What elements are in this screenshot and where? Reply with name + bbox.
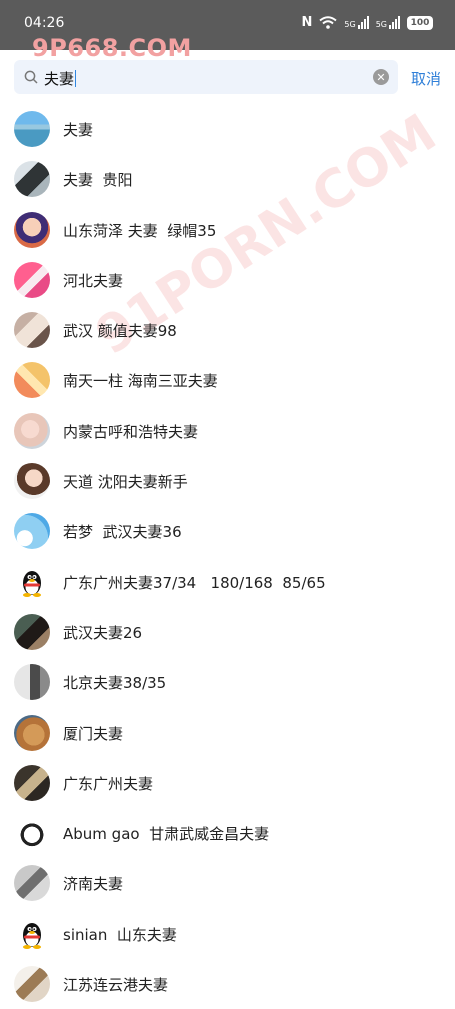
list-item[interactable]: 武汉夫妻26	[0, 607, 455, 657]
search-query: 夫妻	[44, 70, 75, 88]
contact-name: 河北夫妻	[63, 271, 124, 290]
list-item[interactable]: 济南夫妻	[0, 858, 455, 908]
contact-name: 夫妻 贵阳	[63, 171, 133, 190]
contact-name: 武汉 颜值夫妻98	[63, 322, 177, 341]
avatar	[14, 513, 50, 550]
list-item[interactable]: 河北夫妻	[0, 255, 455, 305]
list-item[interactable]: 山东菏泽 夫妻 绿帽35	[0, 205, 455, 255]
contact-name: 广东广州夫妻37/34 180/168 85/65	[63, 573, 326, 592]
result-list: 夫妻 夫妻 贵阳 山东菏泽 夫妻 绿帽35 河北夫妻 武汉 颜值夫妻98 南天一…	[0, 104, 455, 1009]
contact-name: 北京夫妻38/35	[63, 674, 167, 693]
list-item[interactable]: 北京夫妻38/35	[0, 657, 455, 707]
contact-name: Abum gao 甘肃武威金昌夫妻	[63, 825, 270, 844]
list-item[interactable]: 广东广州夫妻	[0, 758, 455, 808]
avatar	[14, 161, 50, 198]
battery-icon: 100	[407, 15, 433, 30]
avatar	[14, 714, 50, 751]
list-item[interactable]: 江苏连云港夫妻	[0, 959, 455, 1009]
clear-search-button[interactable]: ✕	[373, 69, 389, 85]
contact-name: 武汉夫妻26	[63, 623, 143, 642]
contact-name: 南天一柱 海南三亚夫妻	[63, 372, 218, 391]
list-item[interactable]: 夫妻	[0, 104, 455, 154]
search-input[interactable]: 夫妻	[44, 68, 77, 89]
list-item[interactable]: 南天一柱 海南三亚夫妻	[0, 355, 455, 405]
text-caret	[75, 70, 77, 87]
signal-icon-2: 5G	[376, 16, 400, 29]
avatar	[14, 463, 50, 500]
list-item[interactable]: Abum gao 甘肃武威金昌夫妻	[0, 808, 455, 858]
search-bar[interactable]: 夫妻 ✕	[14, 60, 398, 94]
contact-name: 夫妻	[63, 121, 94, 139]
contact-name: 若梦 武汉夫妻36	[63, 523, 182, 542]
status-bar: 04:26 N 5G 5G 100	[0, 0, 455, 50]
qq-penguin-icon	[14, 915, 50, 952]
contact-name: sinian 山东夫妻	[63, 925, 177, 944]
contact-name: 内蒙古呼和浩特夫妻	[63, 422, 199, 441]
search-icon	[24, 70, 38, 84]
avatar	[14, 865, 50, 902]
avatar	[14, 764, 50, 801]
contact-name: 济南夫妻	[63, 875, 124, 894]
list-item[interactable]: 厦门夫妻	[0, 708, 455, 758]
avatar	[14, 966, 50, 1003]
contact-name: 江苏连云港夫妻	[63, 976, 169, 995]
list-item[interactable]: 若梦 武汉夫妻36	[0, 506, 455, 556]
cancel-button[interactable]: 取消	[411, 68, 441, 89]
signal-icon-1: 5G	[344, 16, 369, 29]
contact-name: 广东广州夫妻	[63, 774, 154, 793]
avatar	[14, 362, 50, 399]
nfc-icon: N	[301, 15, 313, 30]
list-item[interactable]: sinian 山东夫妻	[0, 909, 455, 959]
avatar	[14, 261, 50, 298]
status-time: 04:26	[24, 15, 65, 31]
qq-penguin-icon	[14, 563, 50, 600]
sim1-label: 5G	[344, 20, 356, 29]
avatar	[14, 664, 50, 701]
avatar	[14, 312, 50, 349]
avatar	[14, 211, 50, 248]
list-item[interactable]: 夫妻 贵阳	[0, 154, 455, 204]
wifi-icon	[319, 16, 338, 29]
list-item[interactable]: 天道 沈阳夫妻新手	[0, 456, 455, 506]
contact-name: 山东菏泽 夫妻 绿帽35	[63, 221, 217, 240]
status-icons: N 5G 5G 100	[302, 15, 433, 30]
contact-name: 厦门夫妻	[63, 724, 124, 743]
avatar	[14, 111, 50, 147]
avatar	[14, 613, 50, 650]
contact-name: 天道 沈阳夫妻新手	[63, 473, 188, 492]
list-item[interactable]: 内蒙古呼和浩特夫妻	[0, 406, 455, 456]
avatar	[14, 815, 50, 852]
sim2-label: 5G	[375, 20, 387, 29]
list-item[interactable]: 广东广州夫妻37/34 180/168 85/65	[0, 557, 455, 607]
avatar	[14, 412, 50, 449]
list-item[interactable]: 武汉 颜值夫妻98	[0, 305, 455, 355]
